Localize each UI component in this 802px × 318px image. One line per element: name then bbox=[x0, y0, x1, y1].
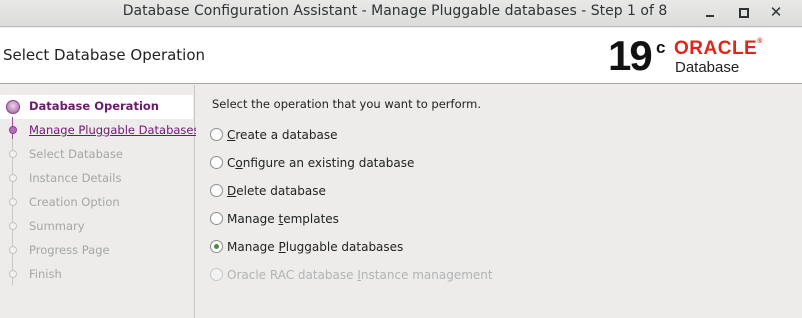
step-summary: Summary bbox=[0, 215, 195, 239]
step-link-icon bbox=[9, 126, 17, 134]
step-pending-icon bbox=[9, 150, 17, 158]
step-instance-details: Instance Details bbox=[0, 167, 195, 191]
radio-button[interactable] bbox=[210, 184, 223, 197]
main-panel: Select the operation that you want to pe… bbox=[196, 85, 802, 318]
logo-version-suffix: c bbox=[656, 38, 666, 57]
option-label: Oracle RAC database Instance management bbox=[227, 268, 493, 282]
step-database-operation: Database Operation bbox=[0, 95, 193, 119]
step-pending-icon bbox=[9, 198, 17, 206]
title-bar: Database Configuration Assistant - Manag… bbox=[0, 0, 802, 27]
step-creation-option: Creation Option bbox=[0, 191, 195, 215]
maximize-icon[interactable] bbox=[735, 4, 751, 20]
step-select-database: Select Database bbox=[0, 143, 195, 167]
close-icon[interactable]: ✕ bbox=[768, 4, 784, 20]
option-label[interactable]: Manage Pluggable databases bbox=[227, 240, 403, 254]
radio-button-selected[interactable] bbox=[210, 240, 223, 253]
option-label[interactable]: Manage templates bbox=[227, 212, 339, 226]
minimize-icon[interactable] bbox=[702, 4, 718, 20]
radio-button[interactable] bbox=[210, 156, 223, 169]
step-navigation: Database Operation Manage Pluggable Data… bbox=[0, 85, 200, 318]
radio-button-disabled bbox=[210, 268, 223, 281]
oracle-logo: 19 c ORACLE® Database bbox=[608, 32, 798, 80]
step-manage-pluggable-databases[interactable]: Manage Pluggable Databases bbox=[0, 119, 200, 143]
logo-product: Database bbox=[675, 59, 740, 76]
page-header: Select Database Operation 19 c ORACLE® D… bbox=[0, 28, 802, 84]
logo-version: 19 bbox=[608, 32, 653, 79]
step-pending-icon bbox=[9, 246, 17, 254]
step-pending-icon bbox=[9, 174, 17, 182]
step-list: Database Operation Manage Pluggable Data… bbox=[0, 95, 200, 287]
radio-button[interactable] bbox=[210, 128, 223, 141]
option-label[interactable]: Delete database bbox=[227, 184, 326, 198]
step-pending-icon bbox=[9, 222, 17, 230]
instruction-text: Select the operation that you want to pe… bbox=[212, 97, 482, 111]
logo-brand: ORACLE® bbox=[674, 38, 763, 59]
window-title: Database Configuration Assistant - Manag… bbox=[122, 3, 668, 19]
option-label[interactable]: Configure an existing database bbox=[227, 156, 414, 170]
step-finish: Finish bbox=[0, 263, 195, 287]
step-progress-page: Progress Page bbox=[0, 239, 195, 263]
step-current-icon bbox=[6, 100, 20, 114]
page-title: Select Database Operation bbox=[3, 46, 206, 64]
option-label[interactable]: Create a database bbox=[227, 128, 338, 142]
step-pending-icon bbox=[9, 270, 17, 278]
radio-button[interactable] bbox=[210, 212, 223, 225]
